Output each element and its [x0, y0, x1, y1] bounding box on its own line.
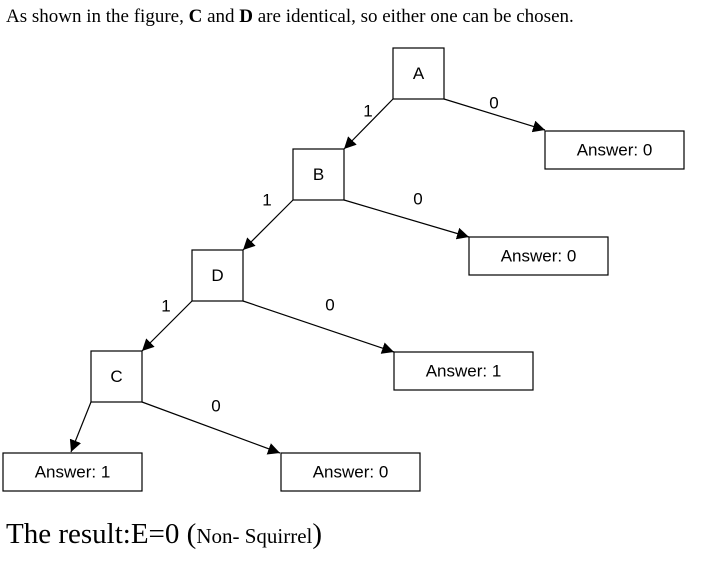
edge-label-A-ans1: 0 — [489, 93, 498, 112]
answer-ans5: Answer: 0 — [280, 452, 421, 492]
edge-D-ans3 — [242, 300, 395, 354]
edge-label-D-C: 1 — [161, 296, 170, 315]
result-paren-open: ( — [186, 518, 197, 550]
result-main: The result:E=0 — [6, 518, 187, 550]
node-label-D: D — [211, 266, 223, 285]
answer-ans3: Answer: 1 — [393, 351, 534, 391]
edge-label-C-ans5: 0 — [211, 396, 220, 415]
answer-label-ans5: Answer: 0 — [313, 462, 389, 481]
edge-label-D-ans3: 0 — [325, 295, 334, 314]
node-D: D — [191, 249, 244, 302]
edge-label-A-B: 1 — [363, 101, 372, 120]
edge-label-B-ans2: 0 — [413, 189, 422, 208]
answer-label-ans4: Answer: 1 — [35, 462, 111, 481]
decision-tree: 1 01 01 00 ABDCAnswer: 0Answer: 0Answer: 1A… — [2, 47, 685, 492]
answer-ans1: Answer: 0 — [544, 130, 685, 170]
node-B: B — [292, 148, 345, 201]
answer-label-ans3: Answer: 1 — [426, 361, 502, 380]
edge-B-ans2 — [343, 199, 470, 240]
nodes-layer: A B D C Answer: 0 Answer: 0 Answer: 1 Answer: 1… — [2, 47, 685, 492]
node-label-C: C — [110, 367, 122, 386]
answer-label-ans1: Answer: 0 — [577, 140, 653, 159]
node-C: C — [90, 350, 143, 403]
answer-ans2: Answer: 0 — [468, 236, 609, 276]
answer-label-ans2: Answer: 0 — [501, 246, 577, 265]
edge-label-B-D: 1 — [262, 190, 271, 209]
result-paren-close: ) — [312, 518, 323, 550]
result-note: Non- Squirrel — [196, 524, 313, 548]
node-label-A: A — [413, 64, 425, 83]
answer-ans4: Answer: 1 — [2, 452, 143, 492]
edge-C-ans4 — [69, 401, 92, 453]
result-text: The result:E=0 (Non- Squirrel) — [6, 518, 322, 551]
node-label-B: B — [313, 165, 324, 184]
node-A: A — [392, 47, 445, 100]
